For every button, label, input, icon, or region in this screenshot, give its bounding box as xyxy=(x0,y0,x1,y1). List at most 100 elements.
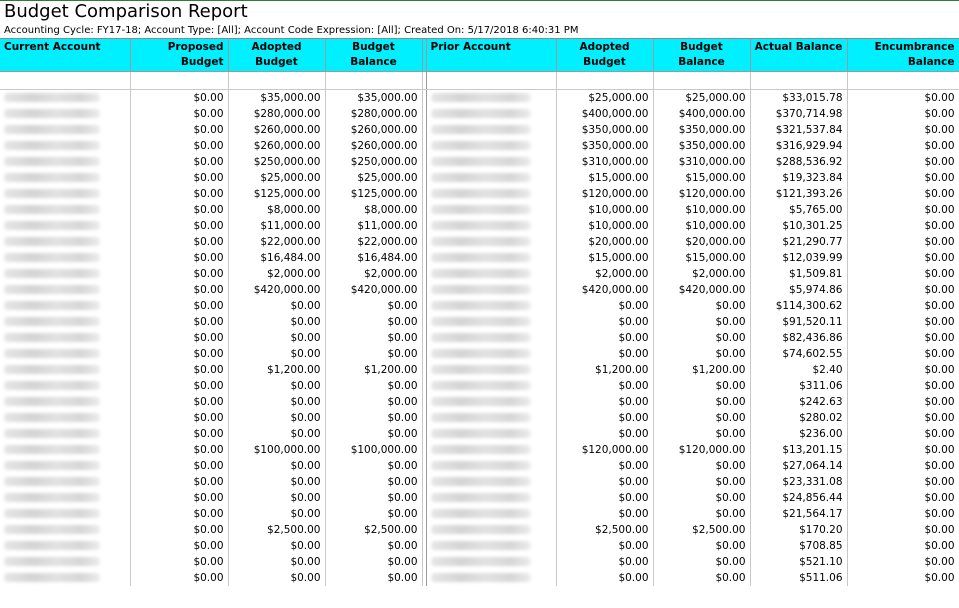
prior-budget-balance-cell[interactable]: $120,000.00 xyxy=(653,186,751,202)
prior-account-cell-redacted[interactable] xyxy=(426,362,557,378)
encumbrance-balance-cell[interactable]: $0.00 xyxy=(847,298,959,314)
encumbrance-balance-cell[interactable]: $0.00 xyxy=(847,490,959,506)
table-row[interactable]: $0.00 $260,000.00 $260,000.00 $350,000.00 $3… xyxy=(0,138,959,154)
adopted-budget-cell[interactable]: $0.00 xyxy=(228,538,326,554)
prior-budget-balance-cell[interactable]: $0.00 xyxy=(653,538,751,554)
proposed-budget-cell[interactable]: $0.00 xyxy=(130,186,229,202)
adopted-budget-cell[interactable]: $280,000.00 xyxy=(228,106,326,122)
proposed-budget-cell[interactable]: $0.00 xyxy=(130,346,229,362)
prior-budget-balance-cell[interactable]: $0.00 xyxy=(653,458,751,474)
prior-budget-balance-cell[interactable]: $350,000.00 xyxy=(653,122,751,138)
adopted-budget-cell[interactable]: $0.00 xyxy=(228,506,326,522)
encumbrance-balance-cell[interactable]: $0.00 xyxy=(847,378,959,394)
table-row[interactable]: $0.00 $250,000.00 $250,000.00 $310,000.00 $3… xyxy=(0,154,959,170)
prior-budget-balance-cell[interactable]: $400,000.00 xyxy=(653,106,751,122)
actual-balance-cell[interactable]: $321,537.84 xyxy=(750,122,848,138)
table-row[interactable]: $0.00 $0.00 $0.00 $0.00 $0.00 $521.10 $0.00 xyxy=(0,554,959,570)
prior-account-cell-redacted[interactable] xyxy=(426,570,557,586)
prior-account-cell-redacted[interactable] xyxy=(426,122,557,138)
current-account-cell-redacted[interactable] xyxy=(0,410,131,426)
adopted-budget-cell[interactable]: $0.00 xyxy=(228,490,326,506)
actual-balance-cell[interactable]: $521.10 xyxy=(750,554,848,570)
encumbrance-balance-cell[interactable]: $0.00 xyxy=(847,154,959,170)
prior-adopted-budget-cell[interactable]: $0.00 xyxy=(556,474,654,490)
adopted-budget-cell[interactable]: $16,484.00 xyxy=(228,250,326,266)
col-header-prior-adopted-budget[interactable]: Adopted Budget xyxy=(556,39,654,72)
prior-budget-balance-cell[interactable]: $0.00 xyxy=(653,314,751,330)
table-row[interactable]: $0.00 $0.00 $0.00 $0.00 $0.00 $74,602.55 $0.00 xyxy=(0,346,959,362)
prior-budget-balance-cell[interactable]: $350,000.00 xyxy=(653,138,751,154)
prior-account-cell-redacted[interactable] xyxy=(426,314,557,330)
table-row[interactable]: $0.00 $25,000.00 $25,000.00 $15,000.00 $15,0… xyxy=(0,170,959,186)
prior-budget-balance-cell[interactable]: $0.00 xyxy=(653,506,751,522)
prior-account-cell-redacted[interactable] xyxy=(426,346,557,362)
adopted-budget-cell[interactable]: $100,000.00 xyxy=(228,442,326,458)
prior-adopted-budget-cell[interactable]: $1,200.00 xyxy=(556,362,654,378)
adopted-budget-cell[interactable]: $0.00 xyxy=(228,314,326,330)
current-account-cell-redacted[interactable] xyxy=(0,474,131,490)
prior-adopted-budget-cell[interactable]: $0.00 xyxy=(556,458,654,474)
budget-balance-cell[interactable]: $1,200.00 xyxy=(325,362,423,378)
proposed-budget-cell[interactable]: $0.00 xyxy=(130,138,229,154)
budget-balance-cell[interactable]: $125,000.00 xyxy=(325,186,423,202)
encumbrance-balance-cell[interactable]: $0.00 xyxy=(847,458,959,474)
prior-budget-balance-cell[interactable]: $120,000.00 xyxy=(653,442,751,458)
budget-balance-cell[interactable]: $16,484.00 xyxy=(325,250,423,266)
prior-account-cell-redacted[interactable] xyxy=(426,490,557,506)
budget-balance-cell[interactable]: $0.00 xyxy=(325,298,423,314)
prior-account-cell-redacted[interactable] xyxy=(426,202,557,218)
budget-balance-cell[interactable]: $0.00 xyxy=(325,570,423,586)
prior-adopted-budget-cell[interactable]: $400,000.00 xyxy=(556,106,654,122)
adopted-budget-cell[interactable]: $125,000.00 xyxy=(228,186,326,202)
prior-account-cell-redacted[interactable] xyxy=(426,234,557,250)
actual-balance-cell[interactable]: $91,520.11 xyxy=(750,314,848,330)
budget-balance-cell[interactable]: $2,000.00 xyxy=(325,266,423,282)
prior-adopted-budget-cell[interactable]: $120,000.00 xyxy=(556,186,654,202)
prior-adopted-budget-cell[interactable]: $0.00 xyxy=(556,538,654,554)
adopted-budget-cell[interactable]: $0.00 xyxy=(228,378,326,394)
proposed-budget-cell[interactable]: $0.00 xyxy=(130,330,229,346)
prior-adopted-budget-cell[interactable]: $0.00 xyxy=(556,394,654,410)
encumbrance-balance-cell[interactable]: $0.00 xyxy=(847,234,959,250)
table-row[interactable]: $0.00 $0.00 $0.00 $0.00 $0.00 $114,300.62 $0.0… xyxy=(0,298,959,314)
adopted-budget-cell[interactable]: $0.00 xyxy=(228,346,326,362)
current-account-cell-redacted[interactable] xyxy=(0,122,131,138)
prior-adopted-budget-cell[interactable]: $420,000.00 xyxy=(556,282,654,298)
budget-balance-cell[interactable]: $0.00 xyxy=(325,410,423,426)
encumbrance-balance-cell[interactable]: $0.00 xyxy=(847,410,959,426)
prior-adopted-budget-cell[interactable]: $0.00 xyxy=(556,298,654,314)
prior-adopted-budget-cell[interactable]: $350,000.00 xyxy=(556,138,654,154)
current-account-cell-redacted[interactable] xyxy=(0,554,131,570)
actual-balance-cell[interactable]: $288,536.92 xyxy=(750,154,848,170)
actual-balance-cell[interactable]: $2.40 xyxy=(750,362,848,378)
prior-account-cell-redacted[interactable] xyxy=(426,394,557,410)
budget-balance-cell[interactable]: $260,000.00 xyxy=(325,138,423,154)
proposed-budget-cell[interactable]: $0.00 xyxy=(130,554,229,570)
col-header-actual-balance[interactable]: Actual Balance xyxy=(750,39,848,72)
prior-adopted-budget-cell[interactable]: $0.00 xyxy=(556,410,654,426)
table-row[interactable]: $0.00 $0.00 $0.00 $0.00 $0.00 $511.06 $0.00 xyxy=(0,570,959,586)
proposed-budget-cell[interactable]: $0.00 xyxy=(130,522,229,538)
current-account-cell-redacted[interactable] xyxy=(0,490,131,506)
prior-account-cell-redacted[interactable] xyxy=(426,298,557,314)
proposed-budget-cell[interactable]: $0.00 xyxy=(130,298,229,314)
actual-balance-cell[interactable]: $511.06 xyxy=(750,570,848,586)
actual-balance-cell[interactable]: $33,015.78 xyxy=(750,89,848,106)
budget-balance-cell[interactable]: $0.00 xyxy=(325,314,423,330)
actual-balance-cell[interactable]: $21,290.77 xyxy=(750,234,848,250)
prior-budget-balance-cell[interactable]: $310,000.00 xyxy=(653,154,751,170)
encumbrance-balance-cell[interactable]: $0.00 xyxy=(847,474,959,490)
actual-balance-cell[interactable]: $114,300.62 xyxy=(750,298,848,314)
prior-budget-balance-cell[interactable]: $0.00 xyxy=(653,474,751,490)
prior-adopted-budget-cell[interactable]: $0.00 xyxy=(556,554,654,570)
current-account-cell-redacted[interactable] xyxy=(0,378,131,394)
proposed-budget-cell[interactable]: $0.00 xyxy=(130,234,229,250)
table-row[interactable]: $0.00 $11,000.00 $11,000.00 $10,000.00 $10,0… xyxy=(0,218,959,234)
prior-budget-balance-cell[interactable]: $420,000.00 xyxy=(653,282,751,298)
prior-account-cell-redacted[interactable] xyxy=(426,89,557,106)
budget-balance-cell[interactable]: $2,500.00 xyxy=(325,522,423,538)
actual-balance-cell[interactable]: $708.85 xyxy=(750,538,848,554)
table-row[interactable]: $0.00 $0.00 $0.00 $0.00 $0.00 $82,436.86 $0.00 xyxy=(0,330,959,346)
actual-balance-cell[interactable]: $23,331.08 xyxy=(750,474,848,490)
proposed-budget-cell[interactable]: $0.00 xyxy=(130,426,229,442)
